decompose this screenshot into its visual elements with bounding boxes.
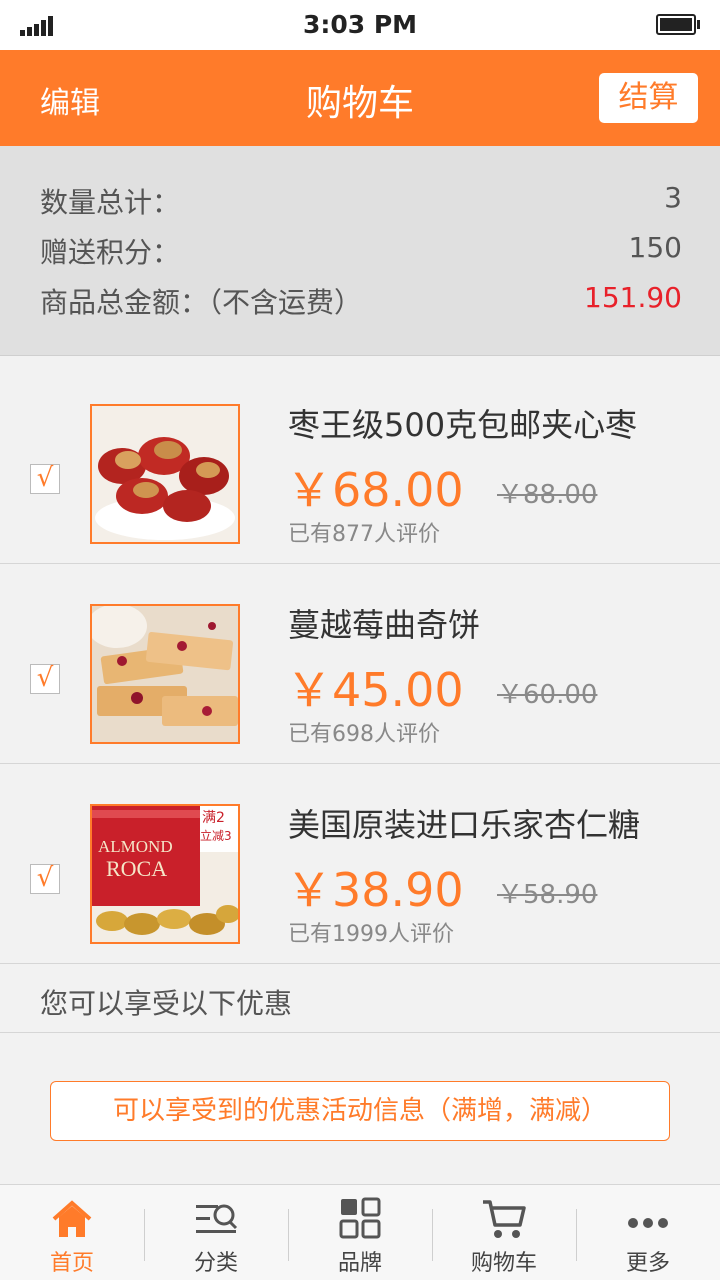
product-image-almond-roca[interactable]: ALMOND ROCA 满2 立减3 <box>90 804 240 944</box>
quantity-row: 数量总计： 3 <box>40 181 682 221</box>
almond-roca-brand-line2: ROCA <box>106 856 167 881</box>
product-name[interactable]: 蔓越莓曲奇饼 <box>288 600 480 646</box>
quantity-label: 数量总计： <box>40 186 181 219</box>
status-time: 3:03 PM <box>302 10 418 39</box>
promo-section-title: 您可以享受以下优惠 <box>0 964 720 1033</box>
quantity-value: 3 <box>664 181 682 214</box>
tab-home[interactable]: 首页 <box>0 1185 144 1280</box>
promo-title-text: 您可以享受以下优惠 <box>40 987 293 1020</box>
home-icon <box>52 1200 92 1237</box>
product-price: ￥45.00 <box>286 663 464 717</box>
points-label: 赠送积分： <box>40 236 181 269</box>
tab-label: 购物车 <box>470 1251 537 1276</box>
product-price: ￥38.90 <box>286 863 464 917</box>
tab-category[interactable]: 分类 <box>144 1185 288 1280</box>
product-old-price: ￥60.00 <box>497 680 598 710</box>
product-name[interactable]: 美国原装进口乐家杏仁糖 <box>288 800 640 846</box>
tab-label: 更多 <box>625 1251 670 1276</box>
item-checkbox[interactable]: √ <box>30 864 60 894</box>
battery-icon <box>656 14 700 35</box>
product-name[interactable]: 枣王级500克包邮夹心枣 <box>288 400 637 446</box>
cart-item[interactable]: √ 枣王级500克包邮夹心枣 ￥68.00 ￥88.00 已有877人评价 <box>0 364 720 564</box>
status-bar: 3:03 PM <box>0 0 720 50</box>
checkout-button[interactable]: 结算 <box>599 73 698 123</box>
item-checkbox[interactable]: √ <box>30 464 60 494</box>
promo-sticker-line1: 满2 <box>202 810 225 826</box>
product-reviews: 已有877人评价 <box>288 522 440 547</box>
tab-more[interactable]: 更多 <box>576 1185 720 1280</box>
product-reviews: 已有1999人评价 <box>288 922 454 947</box>
tab-brand[interactable]: 品牌 <box>288 1185 432 1280</box>
tab-label: 分类 <box>193 1251 238 1276</box>
amount-value: 151.90 <box>584 281 682 314</box>
bottom-tab-bar: 首页 分类 品牌 购物车 更多 <box>0 1184 720 1280</box>
points-value: 150 <box>628 231 682 264</box>
header: 编辑 购物车 结算 <box>0 50 720 146</box>
product-image-cookies[interactable] <box>90 604 240 744</box>
category-search-icon <box>196 1204 238 1233</box>
tab-label: 首页 <box>49 1251 94 1276</box>
more-icon <box>628 1218 668 1228</box>
amount-label: 商品总金额：（不含运费） <box>40 286 363 319</box>
promo-info-button[interactable]: 可以享受到的优惠活动信息（满增，满减） <box>50 1081 670 1141</box>
cart-item[interactable]: √ 蔓越莓曲奇饼 ￥45.00 ￥60.00 已有698人评价 <box>0 564 720 764</box>
product-old-price: ￥58.90 <box>497 880 598 910</box>
item-checkbox[interactable]: √ <box>30 664 60 694</box>
product-price: ￥68.00 <box>286 463 464 517</box>
cart-summary: 数量总计： 3 赠送积分： 150 商品总金额：（不含运费） 151.90 <box>0 146 720 356</box>
tab-label: 品牌 <box>337 1251 382 1276</box>
points-row: 赠送积分： 150 <box>40 231 682 271</box>
product-reviews: 已有698人评价 <box>288 722 440 747</box>
cart-icon <box>483 1200 526 1238</box>
product-image-dates[interactable] <box>90 404 240 544</box>
tab-cart[interactable]: 购物车 <box>432 1185 576 1280</box>
almond-roca-brand-line1: ALMOND <box>98 837 173 856</box>
amount-row: 商品总金额：（不含运费） 151.90 <box>40 281 682 321</box>
cart-item[interactable]: √ ALMOND ROCA 满2 立减3 美国原装进口乐家杏仁糖 ￥38.90 … <box>0 764 720 964</box>
product-old-price: ￥88.00 <box>497 480 598 510</box>
promo-sticker-line2: 立减3 <box>200 828 232 843</box>
grid-icon <box>339 1197 381 1239</box>
